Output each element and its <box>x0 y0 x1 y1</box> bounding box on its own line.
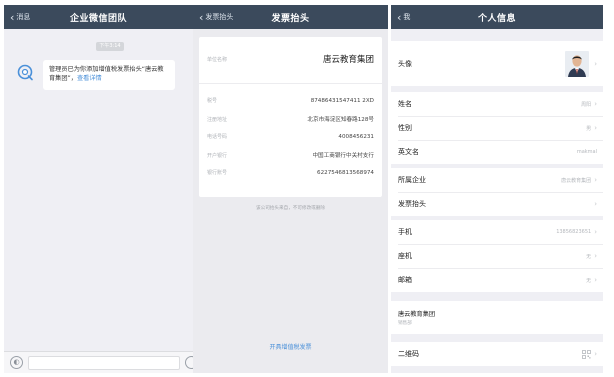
back-button[interactable]: ‹ 消息 <box>10 5 30 29</box>
row-label: 座机 <box>398 252 412 260</box>
chat-title: 企业微信团队 <box>69 13 127 24</box>
avatar-group: 头像 › <box>391 41 603 86</box>
chat-input-bar: ◐ <box>4 351 193 373</box>
chevron-right-icon: › <box>594 228 597 236</box>
screenshot-stage: ‹ 消息 企业微信团队 下午3:14 管理员已为你添加增值税发票抬头“唐云教育集… <box>0 0 614 377</box>
row-value: 周阳 <box>581 101 592 108</box>
back-button[interactable]: ‹ 发票抬头 <box>199 5 233 29</box>
chevron-right-icon: › <box>594 200 597 208</box>
chevron-right-icon: › <box>594 176 597 184</box>
row-label: 所属企业 <box>398 176 426 184</box>
row-value: 无 <box>586 253 592 260</box>
avatar-row[interactable]: 头像 › <box>391 41 603 86</box>
field-value: 87486431547411 2XD <box>310 97 374 104</box>
invoice-nav-bar: ‹ 发票抬头 发票抬头 <box>193 5 388 29</box>
field-label: 银行账号 <box>207 170 228 176</box>
invoice-panel: ‹ 发票抬头 发票抬头 单位名称 唐云教育集团 税号 8748643154741… <box>193 5 388 373</box>
qr-group: 二维码 › <box>391 342 603 366</box>
company-row: 单位名称 唐云教育集团 <box>207 49 374 69</box>
row-label: 手机 <box>398 228 412 236</box>
chevron-right-icon: › <box>594 124 597 132</box>
back-label: 消息 <box>16 13 31 21</box>
system-message-icon[interactable] <box>16 63 34 81</box>
field-label: 开户银行 <box>207 152 228 159</box>
chevron-right-icon: › <box>594 59 597 68</box>
field-value: 6227546813568974 <box>317 169 374 176</box>
row-label: 发票抬头 <box>398 200 426 208</box>
message-input[interactable] <box>28 356 180 370</box>
department-group: 唐云教育集团 销售部 <box>391 301 603 334</box>
invoice-header-row[interactable]: 发票抬头 › <box>391 192 603 216</box>
row-label: 英文名 <box>398 148 419 156</box>
row-label: 姓名 <box>398 100 412 108</box>
field-label: 注册地址 <box>207 116 228 123</box>
issue-invoice-button[interactable]: 开具增值税发票 <box>193 342 388 351</box>
emoji-icon[interactable] <box>185 356 193 369</box>
profile-title: 个人信息 <box>477 13 516 24</box>
divider <box>199 83 382 84</box>
row-value: 男 <box>586 125 592 132</box>
field-value: 4008456231 <box>338 133 374 140</box>
chevron-right-icon: › <box>594 350 597 358</box>
qr-code-icon <box>582 349 592 359</box>
name-row[interactable]: 姓名 周阳 › <box>391 92 603 116</box>
company-group: 所属企业 唐云教育集团 › 发票抬头 › <box>391 168 603 216</box>
chevron-right-icon: › <box>594 252 597 260</box>
department-name: 销售部 <box>398 321 412 326</box>
field-value: 北京市海淀区知春路128号 <box>307 117 374 123</box>
landline-row[interactable]: 座机 无 › <box>391 244 603 268</box>
row-value: 无 <box>586 277 592 284</box>
profile-nav-bar: ‹ 我 个人信息 <box>391 5 603 29</box>
back-button[interactable]: ‹ 我 <box>397 5 410 29</box>
company-row[interactable]: 所属企业 唐云教育集团 › <box>391 168 603 192</box>
field-label: 电话号码 <box>207 134 228 140</box>
chevron-right-icon: › <box>594 276 597 284</box>
invoice-field-row: 开户银行 中国工商银行中关村支行 <box>207 151 374 160</box>
profile-panel: ‹ 我 个人信息 头像 › 姓名 周阳 › 性别 男 › 英文名 makmal … <box>391 5 603 373</box>
avatar-label: 头像 <box>398 59 412 68</box>
qr-code-label: 二维码 <box>398 350 419 358</box>
invoice-card: 单位名称 唐云教育集团 税号 87486431547411 2XD 注册地址 北… <box>199 37 382 197</box>
row-value: 唐云教育集团 <box>561 177 592 184</box>
department-company: 唐云教育集团 <box>398 311 436 318</box>
voice-icon[interactable]: ◐ <box>10 356 23 369</box>
chevron-left-icon: ‹ <box>397 10 402 24</box>
qr-code-row[interactable]: 二维码 › <box>391 342 603 366</box>
row-value: makmal <box>576 149 597 155</box>
row-value: 13856823651 <box>556 229 592 235</box>
contact-group: 手机 13856823651 › 座机 无 › 邮箱 无 › <box>391 220 603 292</box>
basic-info-group: 姓名 周阳 › 性别 男 › 英文名 makmal <box>391 92 603 164</box>
avatar[interactable] <box>565 50 590 77</box>
message-time: 下午3:14 <box>96 42 124 51</box>
mobile-row[interactable]: 手机 13856823651 › <box>391 220 603 244</box>
invoice-field-row: 银行账号 6227546813568974 <box>207 169 374 177</box>
invoice-field-row: 税号 87486431547411 2XD <box>207 97 374 105</box>
field-value: 中国工商银行中关村支行 <box>312 153 374 159</box>
gender-row[interactable]: 性别 男 › <box>391 116 603 140</box>
invoice-field-row: 电话号码 4008456231 <box>207 133 374 141</box>
chevron-left-icon: ‹ <box>199 10 204 24</box>
back-label: 发票抬头 <box>205 13 234 21</box>
row-label: 邮箱 <box>398 276 412 284</box>
chevron-right-icon: › <box>594 100 597 108</box>
chevron-left-icon: ‹ <box>10 10 15 24</box>
chat-panel: ‹ 消息 企业微信团队 下午3:14 管理员已为你添加增值税发票抬头“唐云教育集… <box>4 5 193 373</box>
company-label: 单位名称 <box>207 56 228 63</box>
message-bubble[interactable]: 管理员已为你添加增值税发票抬头“唐云教育集团”，查看详情 <box>43 60 175 90</box>
row-label: 性别 <box>398 124 412 132</box>
chat-nav-bar: ‹ 消息 企业微信团队 <box>4 5 193 29</box>
english-name-row[interactable]: 英文名 makmal <box>391 140 603 164</box>
view-details-link[interactable]: 查看详情 <box>77 75 102 82</box>
invoice-note: 该公司抬头来自，不可修改或删除 <box>256 206 325 211</box>
company-name: 唐云教育集团 <box>322 55 374 65</box>
message-text: 管理员已为你添加增值税发票抬头“唐云教育集团”， <box>49 66 164 82</box>
invoice-field-row: 注册地址 北京市海淀区知春路128号 <box>207 115 374 124</box>
department-row[interactable]: 唐云教育集团 销售部 <box>391 301 603 334</box>
email-row[interactable]: 邮箱 无 › <box>391 268 603 292</box>
field-label: 税号 <box>207 98 218 104</box>
back-label: 我 <box>403 13 411 21</box>
